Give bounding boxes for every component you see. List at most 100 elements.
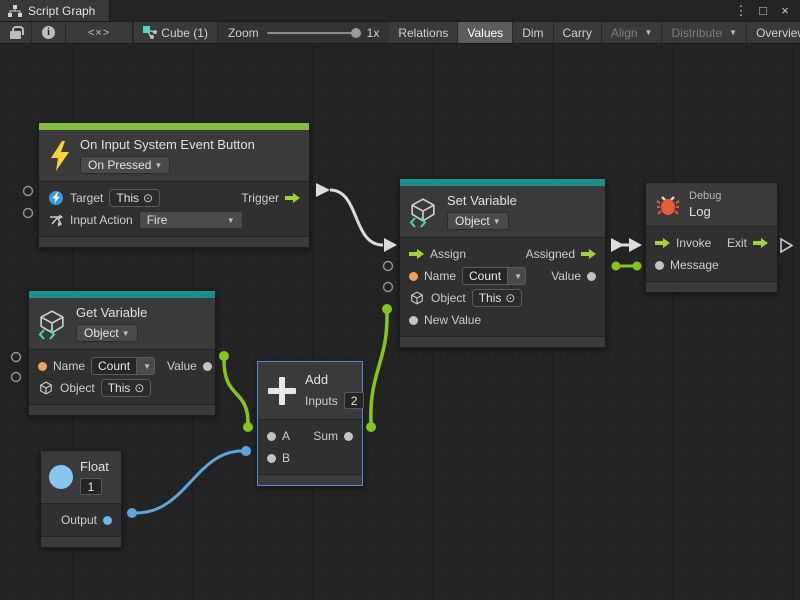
new-value-input-port[interactable]: [409, 316, 418, 325]
toolbar-button-carry[interactable]: Carry: [554, 22, 602, 43]
window-tab-bar: Script Graph ⋮ □ ×: [0, 0, 800, 22]
target-icon: [48, 191, 64, 205]
output-label: Output: [61, 513, 97, 527]
chevron-down-icon: ▼: [645, 28, 653, 37]
target-label: Target: [70, 191, 103, 205]
assign-input-port[interactable]: [409, 248, 424, 260]
toolbar-button-relations[interactable]: Relations: [389, 22, 458, 43]
assigned-label: Assigned: [526, 247, 575, 261]
node-title: Log: [689, 204, 721, 219]
maximize-icon[interactable]: □: [754, 3, 772, 18]
input-action-icon: [48, 214, 64, 227]
node-debug-log[interactable]: Debug Log Invoke Exit Message: [645, 182, 778, 293]
zoom-slider[interactable]: [267, 32, 359, 34]
close-icon[interactable]: ×: [776, 3, 794, 18]
value-label: Value: [551, 269, 581, 283]
chevron-down-icon: ▼: [122, 329, 130, 338]
chevron-down-icon: ▼: [514, 272, 522, 281]
inputs-count-field[interactable]: 2: [344, 392, 365, 409]
node-footer: [646, 281, 777, 292]
node-set-variable[interactable]: Set Variable Object ▼ Assign Assigned: [399, 178, 606, 348]
inputs-label: Inputs: [305, 394, 338, 408]
cube-icon: [409, 291, 425, 305]
sum-label: Sum: [313, 429, 338, 443]
target-object-field[interactable]: This ⊙: [109, 189, 160, 207]
input-b-port[interactable]: [267, 454, 276, 463]
invoke-input-port[interactable]: [655, 237, 670, 249]
chevron-down-icon: ▼: [154, 161, 162, 170]
set-variable-kind-dropdown[interactable]: Object ▼: [447, 212, 509, 230]
node-get-variable[interactable]: Get Variable Object ▼ Name Count ▼ Value: [28, 290, 216, 416]
code-preview-button[interactable]: <×>: [66, 22, 133, 43]
node-title: Set Variable: [447, 193, 517, 208]
value-output-port[interactable]: [203, 362, 212, 371]
float-value-field[interactable]: 1: [80, 478, 102, 495]
variable-name-dropdown[interactable]: Count ▼: [91, 357, 155, 375]
variable-node-strip: [29, 291, 215, 298]
toolbar-button-overview[interactable]: Overview: [747, 22, 800, 43]
lock-icon: [10, 31, 21, 39]
toolbar-button-align[interactable]: Align ▼: [602, 22, 663, 43]
node-category: Debug: [689, 190, 721, 202]
node-footer: [29, 404, 215, 415]
input-a-port[interactable]: [267, 432, 276, 441]
sum-output-port[interactable]: [344, 432, 353, 441]
node-footer: [258, 474, 362, 485]
float-icon: [49, 465, 73, 489]
name-input-port[interactable]: [409, 272, 418, 281]
get-variable-kind-dropdown[interactable]: Object ▼: [76, 324, 138, 342]
variable-icon: [410, 198, 438, 226]
zoom-level: 1x: [367, 26, 380, 40]
assign-label: Assign: [430, 247, 466, 261]
input-action-label: Input Action: [70, 213, 133, 227]
variable-icon: [39, 310, 67, 338]
name-label: Name: [53, 359, 85, 373]
info-icon: i: [42, 26, 55, 39]
event-mode-dropdown[interactable]: On Pressed ▼: [80, 156, 170, 174]
code-icon: <×>: [88, 27, 110, 39]
tab-script-graph[interactable]: Script Graph: [0, 0, 110, 21]
input-action-dropdown[interactable]: Fire ▼: [139, 211, 243, 229]
object-label: Object: [60, 381, 95, 395]
float-output-port[interactable]: [103, 516, 112, 525]
message-input-port[interactable]: [655, 261, 664, 270]
object-picker-icon: ⊙: [134, 381, 144, 395]
node-footer: [400, 336, 605, 347]
graph-canvas[interactable]: On Input System Event Button On Pressed …: [0, 44, 800, 600]
object-label: Object: [431, 291, 466, 305]
bug-icon: [656, 193, 680, 217]
zoom-slider-knob[interactable]: [351, 28, 361, 38]
object-field[interactable]: This ⊙: [472, 289, 523, 307]
lock-button[interactable]: [0, 22, 32, 43]
object-field[interactable]: This ⊙: [101, 379, 152, 397]
message-label: Message: [670, 258, 719, 272]
object-picker-icon: ⊙: [143, 191, 153, 205]
name-input-port[interactable]: [38, 362, 47, 371]
input-b-label: B: [282, 451, 290, 465]
trigger-output-port[interactable]: [285, 192, 300, 204]
graph-target-icon: [143, 26, 157, 39]
chevron-down-icon: ▼: [493, 217, 501, 226]
exit-output-port[interactable]: [753, 237, 768, 249]
info-button[interactable]: i: [32, 22, 66, 43]
input-a-label: A: [282, 429, 290, 443]
new-value-label: New Value: [424, 313, 481, 327]
trigger-label: Trigger: [241, 191, 279, 205]
toolbar-button-dim[interactable]: Dim: [513, 22, 553, 43]
node-title: Add: [305, 372, 364, 387]
invoke-label: Invoke: [676, 236, 711, 250]
graph-target-button[interactable]: Cube (1): [134, 22, 218, 43]
toolbar-button-values[interactable]: Values: [458, 22, 513, 43]
node-float[interactable]: Float 1 Output: [40, 450, 122, 548]
graph-target-label: Cube (1): [161, 26, 208, 40]
value-output-port[interactable]: [587, 272, 596, 281]
event-node-strip: [39, 123, 309, 130]
toolbar-button-distribute[interactable]: Distribute ▼: [662, 22, 747, 43]
assigned-output-port[interactable]: [581, 248, 596, 260]
node-on-input-system-event-button[interactable]: On Input System Event Button On Pressed …: [38, 122, 310, 248]
window-menu-icon[interactable]: ⋮: [732, 3, 750, 19]
chevron-down-icon: ▼: [227, 216, 235, 225]
object-picker-icon: ⊙: [505, 291, 515, 305]
variable-name-dropdown[interactable]: Count ▼: [462, 267, 526, 285]
node-add[interactable]: Add Inputs 2 A Sum B: [257, 361, 363, 486]
